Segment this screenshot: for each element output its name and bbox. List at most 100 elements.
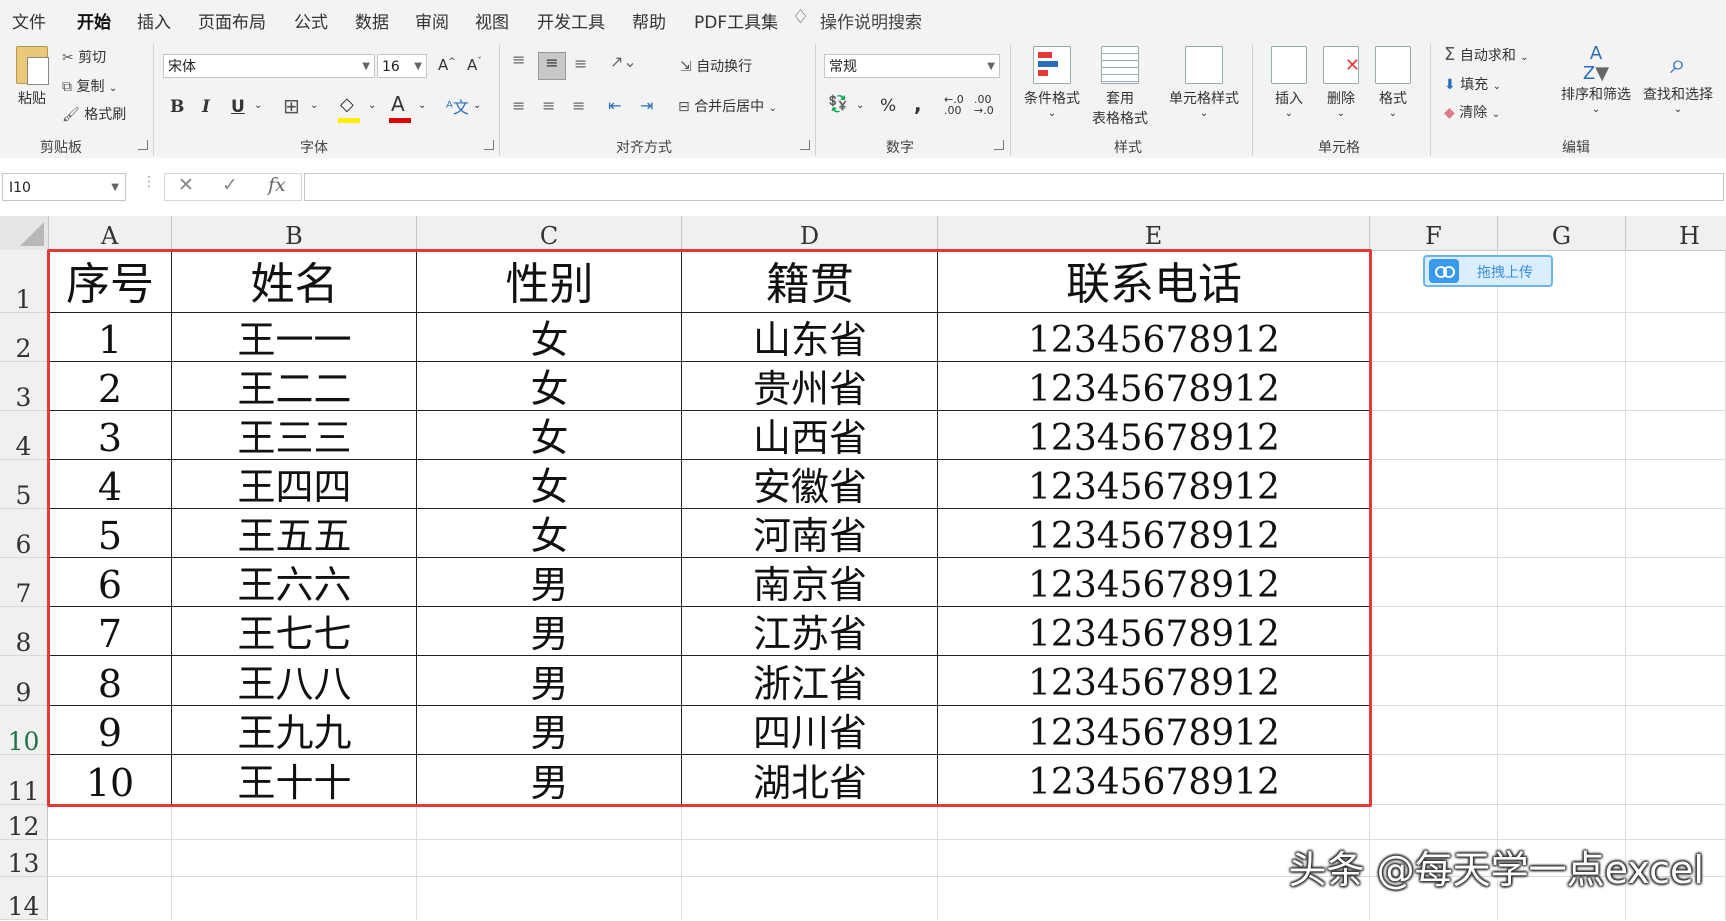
chevron-down-icon[interactable]: ⌄ — [254, 100, 262, 111]
underline-button[interactable]: U — [231, 97, 245, 117]
decrease-decimal-icon[interactable]: .00 →.0 — [974, 94, 994, 116]
chevron-down-icon[interactable]: ⌄ — [310, 100, 318, 111]
shrink-font-button[interactable]: Aˇ — [467, 56, 482, 74]
cut-button[interactable]: ✂ 剪切 — [62, 47, 106, 67]
drag-upload-button[interactable]: 拖拽上传 — [1423, 255, 1553, 287]
insert-cells-button[interactable]: 插入 ⌄ — [1266, 46, 1312, 119]
phonetic-icon[interactable]: ᴬ文 — [446, 94, 469, 118]
row-header[interactable]: 12 — [0, 805, 48, 841]
increase-indent-icon[interactable]: ⇥ — [640, 96, 653, 115]
tab-review[interactable]: 审阅 — [415, 8, 449, 33]
currency-icon[interactable]: 💱 — [828, 94, 848, 113]
italic-button[interactable]: I — [202, 97, 210, 117]
tell-me-search[interactable]: ♢ 操作说明搜索 — [792, 6, 922, 33]
table-icon — [1101, 46, 1139, 84]
row-header[interactable]: 8 — [0, 607, 48, 657]
column-header-h[interactable]: H — [1626, 216, 1726, 250]
row-header[interactable]: 7 — [0, 558, 48, 608]
sort-filter-button[interactable]: A Z▼ 排序和筛选 ⌄ — [1556, 44, 1636, 116]
enter-icon[interactable]: ✓ — [222, 174, 238, 196]
formula-input[interactable] — [304, 173, 1724, 201]
percent-button[interactable]: % — [880, 96, 896, 116]
align-center-icon[interactable]: ≡ — [542, 96, 555, 115]
column-header-c[interactable]: C — [417, 216, 682, 250]
row-header[interactable]: 6 — [0, 509, 48, 559]
tab-insert[interactable]: 插入 — [137, 8, 171, 33]
format-cells-button[interactable]: 格式 ⌄ — [1370, 46, 1416, 119]
merge-center-button[interactable]: ⊟ 合并后居中 ⌄ — [678, 96, 777, 116]
row-header[interactable]: 1 — [0, 250, 48, 314]
cell-styles-button[interactable]: 单元格样式 ⌄ — [1162, 46, 1246, 119]
grow-font-button[interactable]: A^ — [438, 56, 456, 74]
format-as-table-button[interactable]: 套用 表格格式 — [1085, 46, 1155, 128]
number-format-select[interactable]: 常规 ▼ — [824, 54, 1000, 78]
align-middle-icon[interactable]: ≡ — [538, 52, 566, 80]
tab-home[interactable]: 开始 — [77, 8, 111, 40]
tab-pdf-tools[interactable]: PDF工具集 — [694, 8, 778, 33]
row-header[interactable]: 14 — [0, 877, 48, 921]
select-all-button[interactable] — [0, 216, 49, 250]
format-cells-icon — [1375, 46, 1411, 84]
insert-cells-icon — [1271, 46, 1307, 84]
find-select-button[interactable]: ⌕ 查找和选择 ⌄ — [1638, 44, 1718, 115]
column-header-e[interactable]: E — [938, 216, 1370, 250]
font-launcher[interactable] — [484, 140, 494, 150]
row-header[interactable]: 13 — [0, 840, 48, 878]
sigma-icon: Σ — [1444, 44, 1456, 65]
wrap-text-label: 自动换行 — [696, 59, 753, 75]
insert-function-icon[interactable]: fx — [268, 174, 286, 196]
fill-button[interactable]: ⬇ 填充 ⌄ — [1444, 74, 1501, 94]
column-header-g[interactable]: G — [1498, 216, 1626, 250]
format-painter-button[interactable]: 🖌 格式刷 — [62, 104, 126, 124]
comma-button[interactable]: , — [914, 92, 922, 116]
column-header-a[interactable]: A — [48, 216, 172, 250]
tab-help[interactable]: 帮助 — [632, 8, 666, 33]
font-color-icon[interactable]: A — [389, 92, 411, 123]
delete-cells-button[interactable]: ✕ 删除 ⌄ — [1318, 46, 1364, 119]
font-name-select[interactable]: 宋体 ▼ — [163, 54, 375, 78]
align-top-icon[interactable]: ≡ — [512, 50, 525, 69]
increase-decimal-icon[interactable]: ←.0.00 — [944, 94, 964, 116]
align-left-icon[interactable]: ≡ — [512, 96, 525, 115]
orientation-icon[interactable]: ↗⌄ — [610, 52, 637, 71]
name-box[interactable]: I10 ▼ — [2, 173, 126, 201]
row-header[interactable]: 4 — [0, 411, 48, 461]
row-header[interactable]: 9 — [0, 656, 48, 707]
tab-file[interactable]: 文件 — [12, 8, 46, 33]
group-label-clipboard: 剪贴板 — [40, 140, 82, 156]
align-right-icon[interactable]: ≡ — [572, 96, 585, 115]
align-bottom-icon[interactable]: ≡ — [574, 54, 587, 73]
column-header-d[interactable]: D — [682, 216, 938, 250]
bold-button[interactable]: B — [170, 97, 184, 117]
autosum-button[interactable]: Σ 自动求和 ⌄ — [1444, 44, 1529, 65]
row-header[interactable]: 10 — [0, 706, 48, 756]
decrease-indent-icon[interactable]: ⇤ — [608, 96, 621, 115]
paste-button[interactable]: 粘贴 — [10, 46, 54, 108]
chevron-down-icon[interactable]: ⌄ — [856, 100, 864, 111]
borders-icon[interactable]: ⊞ — [283, 94, 300, 118]
conditional-formatting-button[interactable]: 条件格式 ⌄ — [1020, 46, 1084, 119]
copy-button[interactable]: ⧉ 复制 ⌄ — [62, 76, 117, 96]
row-header[interactable]: 3 — [0, 362, 48, 412]
column-header-f[interactable]: F — [1370, 216, 1498, 250]
font-size-select[interactable]: 16 ▼ — [377, 54, 427, 78]
tab-developer[interactable]: 开发工具 — [537, 8, 605, 33]
chevron-down-icon[interactable]: ⌄ — [368, 100, 376, 111]
wrap-text-button[interactable]: ⇲ 自动换行 — [680, 56, 752, 76]
clipboard-launcher[interactable] — [138, 140, 148, 150]
chevron-down-icon[interactable]: ⌄ — [473, 100, 481, 111]
row-header[interactable]: 5 — [0, 460, 48, 510]
column-header-b[interactable]: B — [172, 216, 417, 250]
row-header[interactable]: 11 — [0, 755, 48, 806]
tab-view[interactable]: 视图 — [475, 8, 509, 33]
number-launcher[interactable] — [994, 140, 1004, 150]
tab-data[interactable]: 数据 — [355, 8, 389, 33]
tab-page-layout[interactable]: 页面布局 — [198, 8, 266, 33]
tab-formulas[interactable]: 公式 — [294, 8, 328, 33]
fill-color-icon[interactable]: ◇ — [338, 94, 360, 123]
row-header[interactable]: 2 — [0, 313, 48, 363]
alignment-launcher[interactable] — [800, 140, 810, 150]
chevron-down-icon[interactable]: ⌄ — [418, 100, 426, 111]
clear-button[interactable]: ◆ 清除 ⌄ — [1444, 102, 1500, 122]
cancel-icon[interactable]: ✕ — [178, 174, 194, 196]
